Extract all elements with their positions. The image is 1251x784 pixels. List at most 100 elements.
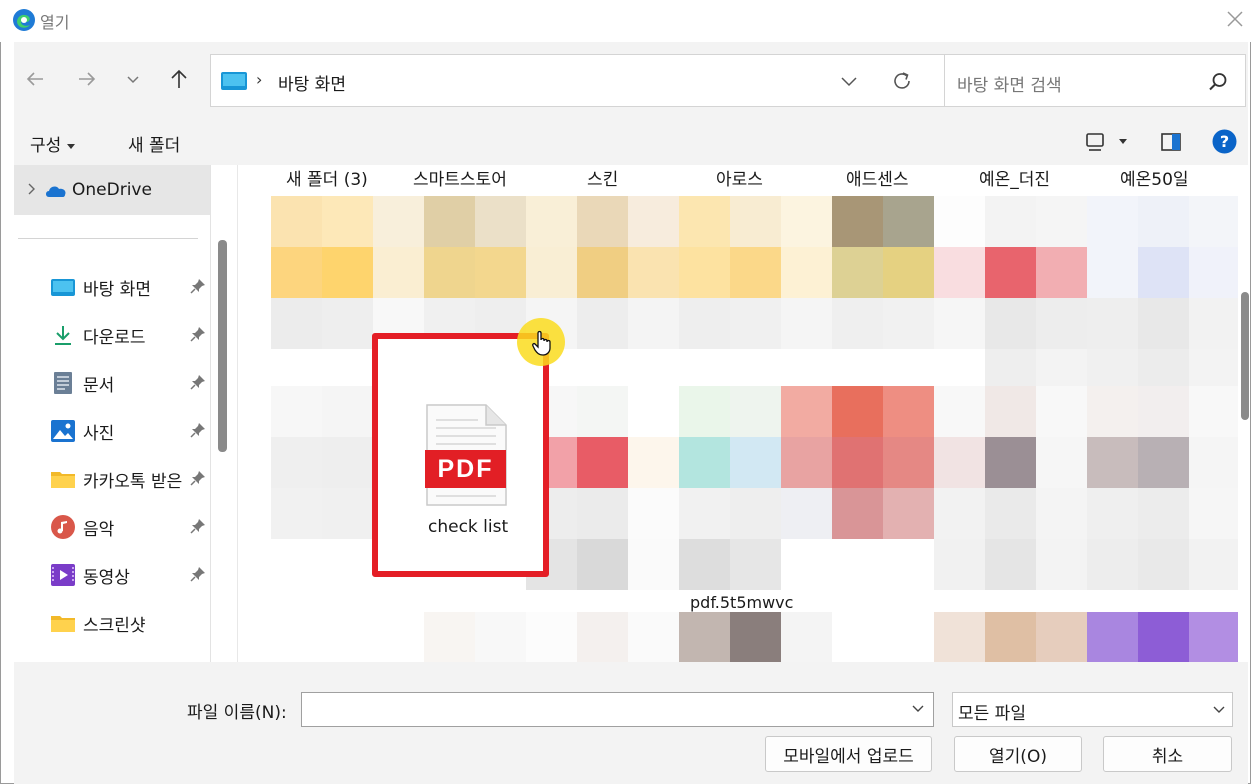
thumbnail-tile [985, 386, 1036, 437]
thumbnail-tile [526, 612, 577, 662]
forward-button[interactable] [72, 64, 102, 94]
new-folder-button[interactable]: 새 폴더 [128, 131, 180, 156]
open-button[interactable]: 열기(O) [954, 736, 1082, 772]
file-label[interactable]: check list [428, 517, 508, 537]
thumbnail-tile [628, 386, 679, 437]
sidebar-item-kakaotalk[interactable]: 카카오톡 받은 [14, 459, 210, 499]
filetype-select[interactable]: 모든 파일 [952, 692, 1233, 727]
thumbnail-tile [679, 437, 730, 488]
filename-input[interactable] [301, 692, 934, 727]
thumbnail-tile [883, 247, 934, 298]
thumbnail-tile [1138, 488, 1189, 539]
cancel-button[interactable]: 취소 [1103, 736, 1232, 772]
sidebar-item-documents[interactable]: 문서 [14, 363, 210, 403]
folder-label[interactable]: 예온_더진 [979, 165, 1051, 190]
thumbnail-tile [1087, 488, 1138, 539]
chevron-down-icon[interactable] [910, 700, 926, 716]
thumbnail-tile [322, 612, 373, 662]
thumbnail-tile [1138, 247, 1189, 298]
thumbnail-tile [1087, 196, 1138, 247]
thumbnail-tile [934, 612, 985, 662]
sidebar-item-desktop[interactable]: 바탕 화면 [14, 267, 210, 307]
pin-icon[interactable] [190, 326, 206, 344]
back-button[interactable] [20, 64, 50, 94]
organize-menu[interactable]: 구성 [30, 131, 76, 156]
sidebar-item-screenshots[interactable]: 스크린샷 [14, 603, 210, 643]
thumbnail-tile [883, 196, 934, 247]
thumbnail-tile [1189, 612, 1238, 662]
view-options-icon[interactable] [1084, 131, 1106, 153]
sidebar-item-label: 바탕 화면 [83, 280, 151, 300]
thumbnail-tile [1138, 539, 1189, 590]
help-icon[interactable]: ? [1212, 129, 1237, 154]
thumbnail-tile [679, 196, 730, 247]
chevron-down-icon[interactable] [1211, 701, 1227, 717]
file-label[interactable]: pdf.5t5mwvc [690, 593, 794, 612]
sidebar-item-downloads[interactable]: 다운로드 [14, 315, 210, 355]
thumbnail-tile [781, 298, 832, 349]
thumbnail-tile [985, 196, 1036, 247]
thumbnail-tile [322, 539, 373, 590]
thumbnail-tile [628, 196, 679, 247]
thumbnail-tile [679, 247, 730, 298]
thumbnail-tile [628, 488, 679, 539]
search-icon[interactable] [1207, 71, 1229, 93]
thumbnail-tile [781, 386, 832, 437]
thumbnail-tile [577, 539, 628, 590]
recent-locations-button[interactable] [118, 64, 148, 94]
folder-label[interactable]: 새 폴더 (3) [286, 165, 368, 190]
folder-label[interactable]: 스마트스토어 [413, 165, 507, 190]
thumbnail-tile [934, 539, 985, 590]
pin-icon[interactable] [190, 278, 206, 296]
pin-icon[interactable] [190, 374, 206, 392]
thumbnail-tile [271, 539, 322, 590]
folder-label[interactable]: 스킨 [587, 165, 619, 190]
pdf-badge: PDF [425, 450, 506, 488]
thumbnail-tile [322, 386, 373, 437]
search-box[interactable]: 바탕 화면 검색 [944, 54, 1246, 107]
pin-icon[interactable] [190, 422, 206, 440]
svg-text:?: ? [1220, 132, 1229, 151]
thumbnail-tile [271, 386, 322, 437]
thumbnail-tile [628, 298, 679, 349]
chevron-right-icon[interactable] [24, 182, 38, 196]
thumbnail-tile [577, 437, 628, 488]
refresh-icon[interactable] [889, 68, 915, 94]
thumbnail-tile [1189, 437, 1238, 488]
folder-label[interactable]: 예온50일 [1120, 165, 1189, 190]
sidebar-item-music[interactable]: 음악 [14, 507, 210, 547]
folder-label[interactable]: 아로스 [716, 165, 763, 190]
address-bar[interactable]: › 바탕 화면 [210, 54, 945, 107]
chevron-down-icon[interactable] [837, 69, 861, 93]
thumbnail-tile [475, 247, 526, 298]
thumbnail-tile [1036, 196, 1087, 247]
folder-icon [51, 472, 75, 488]
thumbnail-tile [781, 488, 832, 539]
thumbnail-tile [781, 539, 832, 590]
thumbnail-tile [832, 247, 883, 298]
thumbnail-tile [679, 386, 730, 437]
pin-icon[interactable] [190, 518, 206, 536]
thumbnail-tile [577, 247, 628, 298]
arrow-right-icon [79, 72, 96, 86]
thumbnail-tile [271, 437, 322, 488]
breadcrumb-desktop[interactable]: 바탕 화면 [278, 70, 346, 95]
sidebar-item-pictures[interactable]: 사진 [14, 411, 210, 451]
thumbnail-tile [1189, 196, 1238, 247]
thumbnail-tile [679, 539, 730, 590]
sidebar-item-onedrive[interactable]: OneDrive [14, 165, 210, 215]
view-caret-icon[interactable] [1119, 139, 1127, 144]
sidebar-scrollbar[interactable] [218, 240, 227, 452]
thumbnail-tile [883, 298, 934, 349]
search-placeholder: 바탕 화면 검색 [957, 76, 1062, 96]
close-icon[interactable] [1222, 6, 1248, 32]
sidebar-item-videos[interactable]: 동영상 [14, 555, 210, 595]
pin-icon[interactable] [190, 470, 206, 488]
thumbnail-tile [883, 386, 934, 437]
pin-icon[interactable] [190, 566, 206, 584]
mobile-upload-button[interactable]: 모바일에서 업로드 [765, 736, 932, 772]
up-button[interactable] [164, 64, 194, 94]
details-pane-icon[interactable] [1160, 131, 1182, 153]
content-scrollbar[interactable] [1241, 292, 1249, 420]
folder-label[interactable]: 애드센스 [846, 165, 909, 190]
